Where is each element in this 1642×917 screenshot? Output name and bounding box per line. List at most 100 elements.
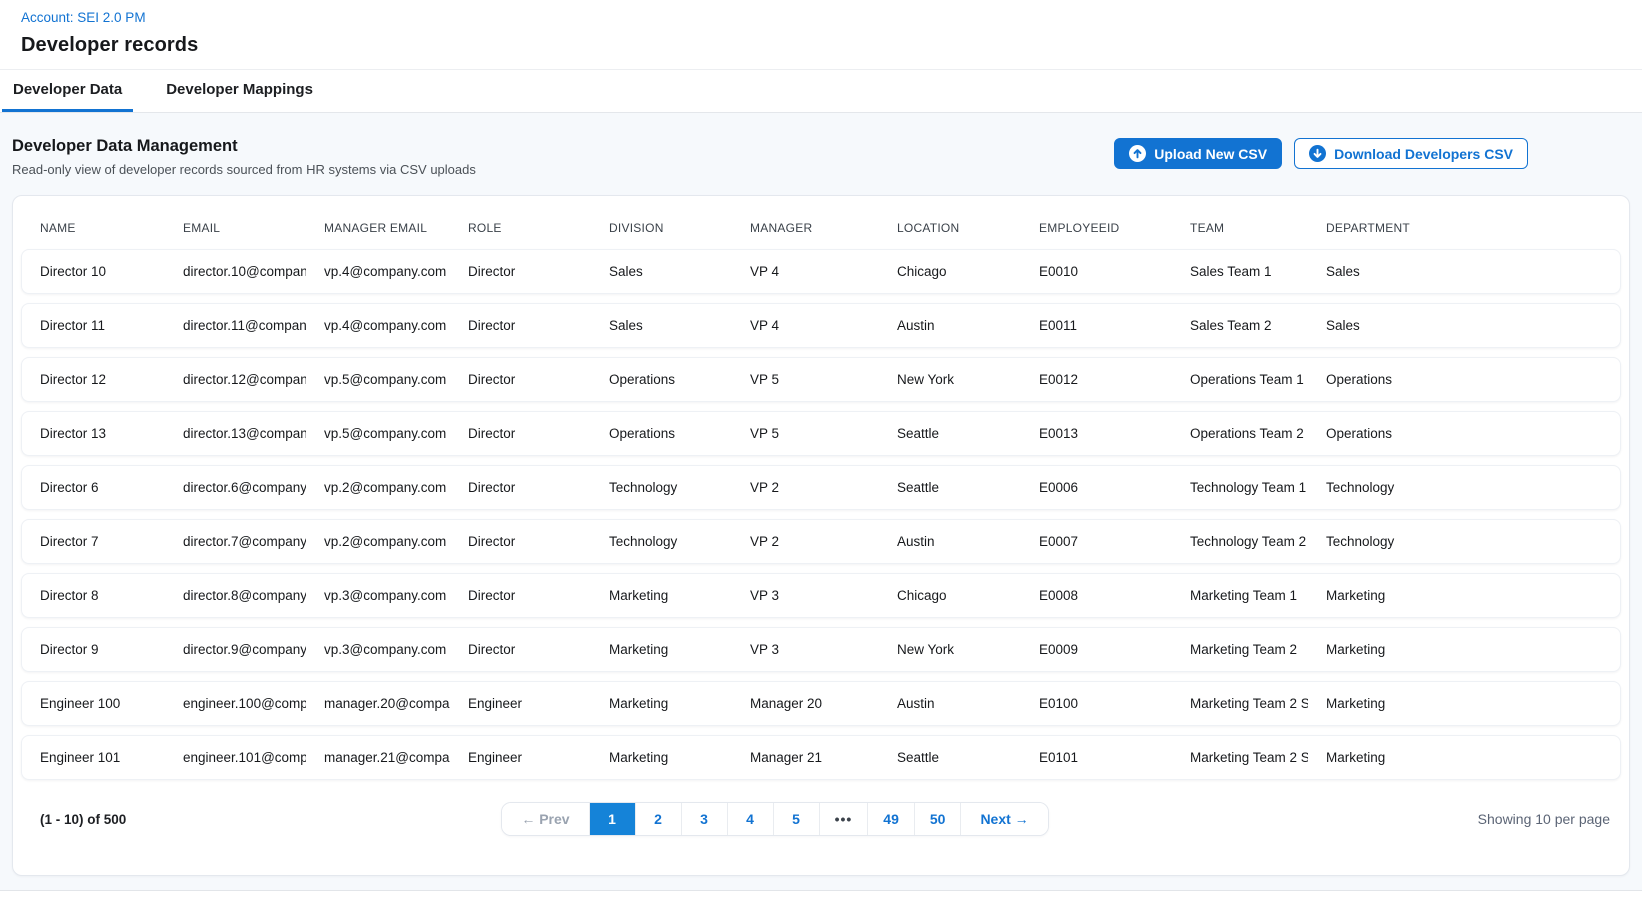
- download-developers-csv-button[interactable]: Download Developers CSV: [1294, 138, 1528, 169]
- page-ellipsis-button[interactable]: •••: [819, 803, 868, 835]
- table-cell: engineer.101@comp...: [165, 750, 306, 765]
- table-cell: vp.5@company.com: [306, 372, 450, 387]
- table-cell: Director 13: [22, 426, 165, 441]
- table-cell: director.10@compan...: [165, 264, 306, 279]
- table-cell: engineer.100@comp...: [165, 696, 306, 711]
- upload-circle-icon: [1129, 145, 1146, 162]
- table-cell: Director: [450, 642, 591, 657]
- page-1-button[interactable]: 1: [589, 803, 635, 835]
- table-cell: vp.5@company.com: [306, 426, 450, 441]
- column-header-manager: MANAGER: [732, 221, 879, 235]
- table-cell: E0007: [1021, 534, 1172, 549]
- table-cell: Seattle: [879, 480, 1021, 495]
- page-50-button[interactable]: 50: [914, 803, 961, 835]
- table-row: Director 7director.7@company....vp.2@com…: [21, 519, 1621, 564]
- table-cell: Operations: [591, 372, 732, 387]
- download-circle-icon: [1309, 145, 1326, 162]
- table-cell: Director: [450, 318, 591, 333]
- column-header-employeeid: EMPLOYEEID: [1021, 221, 1172, 235]
- table-cell: Engineer 100: [22, 696, 165, 711]
- table-cell: director.11@compan...: [165, 318, 306, 333]
- table-row: Director 6director.6@company....vp.2@com…: [21, 465, 1621, 510]
- table-header-row: NAMEEMAILMANAGER EMAILROLEDIVISIONMANAGE…: [21, 204, 1621, 249]
- table-cell: director.6@company....: [165, 480, 306, 495]
- table-cell: VP 3: [732, 642, 879, 657]
- table-cell: VP 2: [732, 534, 879, 549]
- table-cell: E0100: [1021, 696, 1172, 711]
- table-cell: vp.4@company.com: [306, 318, 450, 333]
- pagination: ← Prev12345•••4950Next →: [501, 802, 1048, 836]
- column-header-manager-email: MANAGER EMAIL: [306, 221, 450, 235]
- table-cell: Sales Team 1: [1172, 264, 1308, 279]
- table-cell: Manager 21: [732, 750, 879, 765]
- table-cell: E0011: [1021, 318, 1172, 333]
- table-cell: Sales: [591, 264, 732, 279]
- page-2-button[interactable]: 2: [635, 803, 681, 835]
- section-titles: Developer Data Management Read-only view…: [12, 137, 476, 177]
- page-4-button[interactable]: 4: [727, 803, 773, 835]
- table-cell: Director 9: [22, 642, 165, 657]
- tab-developer-data[interactable]: Developer Data: [2, 70, 133, 112]
- page-49-button[interactable]: 49: [867, 803, 914, 835]
- section-title: Developer Data Management: [12, 137, 476, 156]
- table-cell: vp.2@company.com: [306, 534, 450, 549]
- table-cell: Technology: [591, 480, 732, 495]
- table-cell: Director: [450, 426, 591, 441]
- table-cell: Engineer: [450, 696, 591, 711]
- table-cell: manager.20@compa...: [306, 696, 450, 711]
- table-cell: Sales Team 2: [1172, 318, 1308, 333]
- table-cell: E0101: [1021, 750, 1172, 765]
- table-cell: director.8@company....: [165, 588, 306, 603]
- column-header-email: EMAIL: [165, 221, 306, 235]
- table-cell: VP 3: [732, 588, 879, 603]
- csv-actions: Upload New CSV Download Developers CSV: [1114, 138, 1528, 169]
- table-cell: VP 5: [732, 372, 879, 387]
- table-cell: E0009: [1021, 642, 1172, 657]
- table-cell: Director 11: [22, 318, 165, 333]
- prev-page-button[interactable]: ← Prev: [502, 803, 588, 835]
- table-cell: vp.2@company.com: [306, 480, 450, 495]
- table-cell: Marketing: [1308, 750, 1620, 765]
- table-row: Director 9director.9@company....vp.3@com…: [21, 627, 1621, 672]
- table-cell: Sales: [1308, 264, 1620, 279]
- table-cell: director.9@company....: [165, 642, 306, 657]
- page-5-button[interactable]: 5: [773, 803, 819, 835]
- table-cell: Director 10: [22, 264, 165, 279]
- table-cell: E0010: [1021, 264, 1172, 279]
- table-cell: Marketing Team 2 Su...: [1172, 696, 1308, 711]
- table-row: Engineer 100engineer.100@comp...manager.…: [21, 681, 1621, 726]
- tab-developer-mappings[interactable]: Developer Mappings: [155, 70, 324, 112]
- table-cell: Chicago: [879, 264, 1021, 279]
- page-3-button[interactable]: 3: [681, 803, 727, 835]
- table-cell: Sales: [591, 318, 732, 333]
- table-cell: Operations: [591, 426, 732, 441]
- page-title: Developer records: [21, 34, 1621, 57]
- table-cell: director.13@compan...: [165, 426, 306, 441]
- column-header-role: ROLE: [450, 221, 591, 235]
- table-cell: Director 12: [22, 372, 165, 387]
- table-cell: E0006: [1021, 480, 1172, 495]
- account-link[interactable]: Account: SEI 2.0 PM: [21, 10, 146, 25]
- tab-bar: Developer Data Developer Mappings: [0, 70, 1642, 113]
- upload-new-csv-button[interactable]: Upload New CSV: [1114, 138, 1282, 169]
- table-cell: VP 2: [732, 480, 879, 495]
- table-cell: Marketing Team 1: [1172, 588, 1308, 603]
- developer-table: NAMEEMAILMANAGER EMAILROLEDIVISIONMANAGE…: [12, 195, 1630, 876]
- table-cell: Austin: [879, 318, 1021, 333]
- table-cell: E0012: [1021, 372, 1172, 387]
- table-cell: Technology Team 2: [1172, 534, 1308, 549]
- table-cell: manager.21@compa...: [306, 750, 450, 765]
- table-row: Director 12director.12@compan...vp.5@com…: [21, 357, 1621, 402]
- table-cell: Operations: [1308, 372, 1620, 387]
- table-cell: Operations Team 1: [1172, 372, 1308, 387]
- table-cell: Director: [450, 480, 591, 495]
- table-cell: Engineer: [450, 750, 591, 765]
- pagination-range: (1 - 10) of 500: [22, 812, 312, 827]
- column-header-team: TEAM: [1172, 221, 1308, 235]
- next-page-button[interactable]: Next →: [960, 803, 1047, 835]
- table-cell: vp.3@company.com: [306, 588, 450, 603]
- section-subtitle: Read-only view of developer records sour…: [12, 162, 476, 177]
- developer-data-panel: Developer Data Management Read-only view…: [0, 113, 1642, 891]
- table-cell: Marketing: [1308, 642, 1620, 657]
- table-cell: Director: [450, 588, 591, 603]
